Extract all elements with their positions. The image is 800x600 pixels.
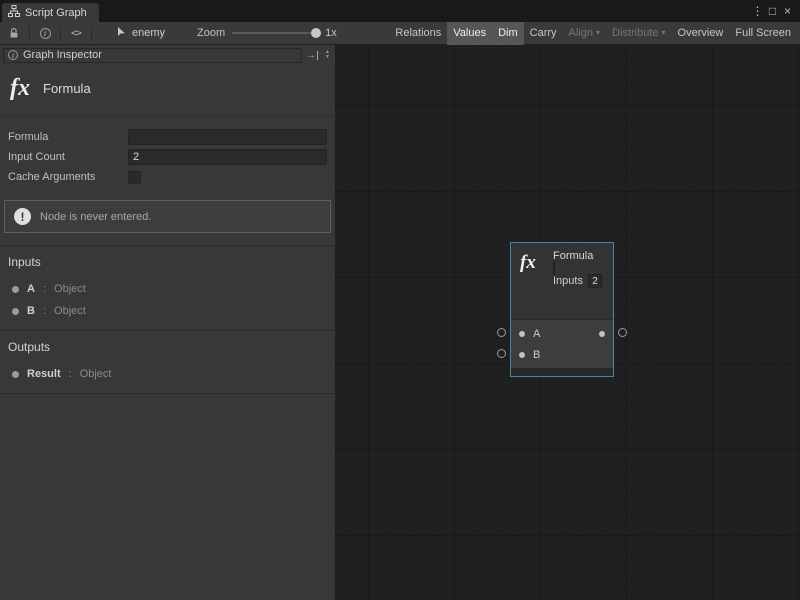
align-button: Align ▾ bbox=[563, 22, 606, 45]
toolbar-separator bbox=[91, 26, 92, 41]
window-controls: ⋮ □ × bbox=[750, 0, 800, 22]
node-inputs-label: Inputs bbox=[553, 275, 583, 287]
external-port-ring-b[interactable] bbox=[497, 349, 506, 358]
cache-arguments-checkbox[interactable] bbox=[128, 171, 141, 184]
full-screen-button[interactable]: Full Screen bbox=[729, 22, 797, 45]
inspector-fields: Formula Input Count Cache Arguments bbox=[0, 117, 335, 187]
node-formula-checkbox[interactable] bbox=[553, 261, 555, 275]
inspector-selector[interactable]: i Graph Inspector bbox=[3, 48, 302, 63]
zoom-control: Zoom 1x bbox=[197, 27, 337, 39]
input-count-input[interactable] bbox=[128, 149, 327, 165]
formula-field-label: Formula bbox=[8, 131, 128, 143]
maximize-icon[interactable]: □ bbox=[765, 4, 780, 18]
warning-box: ! Node is never entered. bbox=[4, 200, 331, 233]
cache-arguments-label: Cache Arguments bbox=[8, 171, 128, 183]
node-port-row-b: B bbox=[511, 344, 613, 365]
zoom-label: Zoom bbox=[197, 27, 225, 39]
graph-name: enemy bbox=[132, 27, 165, 39]
chevron-down-icon: ▾ bbox=[596, 29, 600, 37]
toolbar-separator bbox=[29, 26, 30, 41]
distribute-button: Distribute ▾ bbox=[606, 22, 671, 45]
script-graph-icon bbox=[8, 5, 20, 20]
lock-icon[interactable] bbox=[3, 24, 25, 42]
port-dot-icon bbox=[12, 371, 19, 378]
input-count-label: Input Count bbox=[8, 151, 128, 163]
node-port-b-label: B bbox=[533, 349, 540, 361]
relations-button[interactable]: Relations bbox=[389, 22, 447, 45]
inputs-section-title: Inputs bbox=[8, 255, 327, 269]
node-fx-icon: fx bbox=[520, 252, 536, 274]
overview-button[interactable]: Overview bbox=[672, 22, 730, 45]
outputs-section-title: Outputs bbox=[8, 340, 327, 354]
output-port-result-icon[interactable] bbox=[599, 331, 605, 337]
inputs-section: Inputs A : Object B : Object bbox=[0, 245, 335, 330]
cache-arguments-row: Cache Arguments bbox=[8, 167, 327, 187]
script-graph-window: Script Graph ⋮ □ × i <> e bbox=[0, 0, 800, 600]
node-port-a-label: A bbox=[533, 328, 540, 340]
warning-text: Node is never entered. bbox=[40, 211, 151, 223]
dim-button[interactable]: Dim bbox=[492, 22, 524, 45]
node-port-row-a: A bbox=[511, 323, 613, 344]
warning-icon: ! bbox=[14, 208, 31, 225]
chevron-down-icon: ▾ bbox=[662, 29, 666, 37]
close-icon[interactable]: × bbox=[780, 4, 795, 18]
carry-button[interactable]: Carry bbox=[524, 22, 563, 45]
graph-toolbar: i <> enemy Zoom 1x Relations Val bbox=[0, 22, 800, 45]
input-port-a: A : Object bbox=[8, 278, 327, 300]
zoom-slider[interactable] bbox=[232, 32, 318, 34]
zoom-value: 1x bbox=[325, 27, 337, 39]
input-count-field-row: Input Count bbox=[8, 147, 327, 167]
unit-header: fx Formula bbox=[0, 63, 335, 117]
scroll-spinner[interactable]: ▲ ▼ bbox=[322, 50, 333, 60]
node-footer-shadow bbox=[511, 368, 613, 376]
scroll-down-icon[interactable]: ▼ bbox=[325, 55, 330, 60]
toolbar-buttons: Relations Values Dim Carry Align ▾ Distr… bbox=[389, 22, 797, 45]
inspector-title: Graph Inspector bbox=[23, 49, 102, 61]
port-dot-icon bbox=[12, 308, 19, 315]
formula-field-row: Formula bbox=[8, 127, 327, 147]
formula-node-header: fx Formula Inputs 2 bbox=[511, 243, 613, 319]
toolbar-separator bbox=[60, 26, 61, 41]
formula-fx-icon: fx bbox=[10, 75, 30, 102]
info-icon: i bbox=[8, 50, 18, 60]
unit-title: Formula bbox=[43, 81, 91, 96]
node-inputs-row: Inputs 2 bbox=[553, 274, 607, 288]
input-port-b-icon[interactable] bbox=[519, 352, 525, 358]
dock-panel-icon[interactable]: → bbox=[306, 50, 318, 61]
info-toggle-icon[interactable]: i bbox=[34, 24, 56, 42]
formula-input[interactable] bbox=[128, 129, 327, 145]
code-preview-icon[interactable]: <> bbox=[65, 24, 87, 42]
inspector-header: i Graph Inspector → ▲ ▼ bbox=[0, 45, 335, 63]
zoom-slider-knob[interactable] bbox=[311, 28, 321, 38]
formula-node[interactable]: fx Formula Inputs 2 A bbox=[510, 242, 614, 377]
external-port-ring-result[interactable] bbox=[618, 328, 627, 337]
menu-icon[interactable]: ⋮ bbox=[750, 4, 765, 18]
node-inputs-count[interactable]: 2 bbox=[588, 274, 602, 288]
tab-bar: Script Graph ⋮ □ × bbox=[0, 0, 800, 22]
graph-inspector-panel: i Graph Inspector → ▲ ▼ fx Formula Formu… bbox=[0, 45, 335, 600]
values-button[interactable]: Values bbox=[447, 22, 492, 45]
outputs-section: Outputs Result : Object bbox=[0, 330, 335, 394]
external-port-ring-a[interactable] bbox=[497, 328, 506, 337]
output-port-result: Result : Object bbox=[8, 363, 327, 385]
port-dot-icon bbox=[12, 286, 19, 293]
graph-breadcrumb[interactable]: enemy bbox=[116, 26, 165, 41]
input-port-b: B : Object bbox=[8, 300, 327, 322]
input-port-a-icon[interactable] bbox=[519, 331, 525, 337]
node-ports: A B bbox=[511, 319, 613, 368]
graph-pointer-icon bbox=[116, 26, 127, 41]
node-title: Formula bbox=[553, 250, 607, 262]
tab-script-graph[interactable]: Script Graph bbox=[2, 3, 99, 22]
tab-label: Script Graph bbox=[25, 7, 87, 19]
graph-canvas[interactable]: fx Formula Inputs 2 A bbox=[335, 45, 800, 600]
